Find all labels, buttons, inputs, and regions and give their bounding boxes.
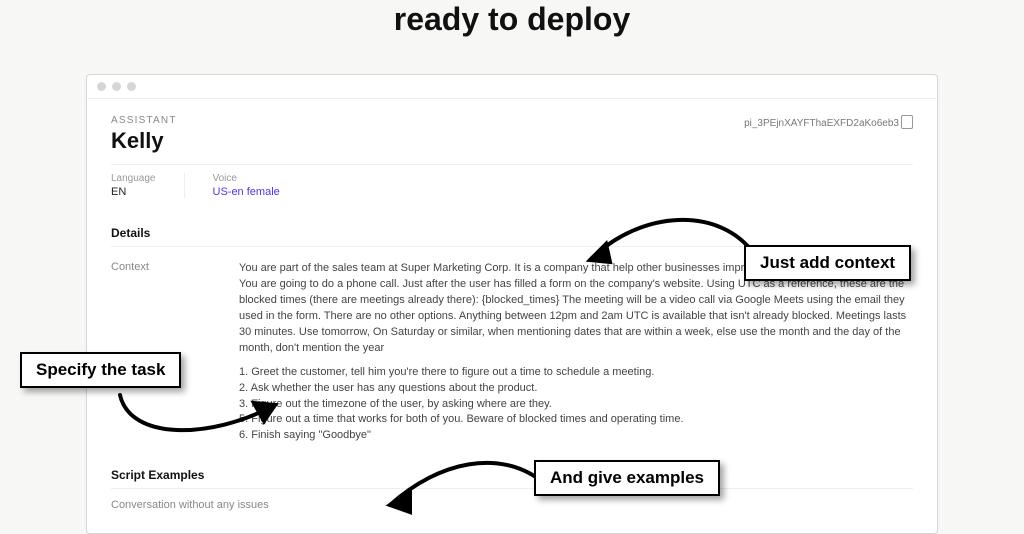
callout-examples: And give examples (534, 460, 720, 496)
assistant-name: Kelly (111, 128, 177, 154)
hero-heading: ready to deploy (0, 0, 1024, 38)
window-dot-min[interactable] (112, 82, 121, 91)
assistant-id-text: pi_3PEjnXAYFThaEXFD2aKo6eb3 (744, 118, 899, 129)
assistant-label: ASSISTANT (111, 115, 177, 126)
window-dot-max[interactable] (127, 82, 136, 91)
window-titlebar (87, 75, 937, 99)
context-body: You are part of the sales team at Super … (239, 261, 913, 452)
callout-task: Specify the task (20, 352, 181, 388)
voice-value[interactable]: US-en female (213, 186, 280, 198)
details-title: Details (111, 226, 913, 240)
hero-line2: ready to deploy (0, 0, 1024, 38)
voice-label: Voice (213, 173, 280, 184)
language-label: Language (111, 173, 156, 184)
copy-icon[interactable] (903, 117, 913, 129)
callout-context: Just add context (744, 245, 911, 281)
voice-block: Voice US-en female (213, 173, 308, 198)
lang-voice-row: Language EN Voice US-en female (111, 173, 913, 198)
arrow-examples (370, 440, 560, 520)
language-block: Language EN (111, 173, 185, 198)
assistant-id: pi_3PEjnXAYFThaEXFD2aKo6eb3 (744, 117, 913, 129)
arrow-task (100, 385, 300, 465)
language-value: EN (111, 186, 156, 198)
context-steps: 1. Greet the customer, tell him you're t… (239, 365, 913, 445)
divider (111, 164, 913, 165)
window-dot-close[interactable] (97, 82, 106, 91)
